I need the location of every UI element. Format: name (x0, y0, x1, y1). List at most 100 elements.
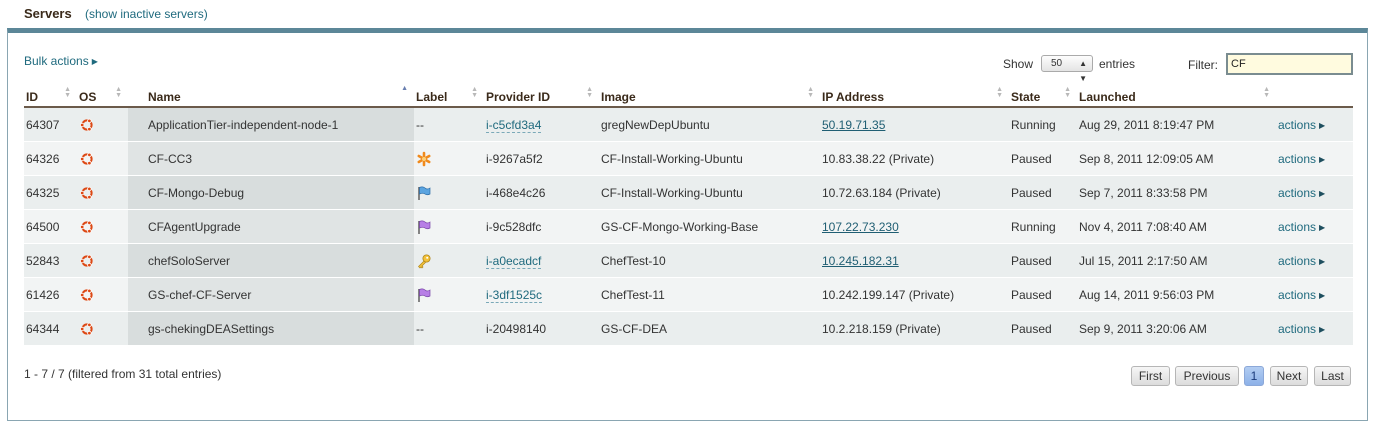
server-name: gs-chekingDEASettings (148, 321, 275, 336)
ip-address-link[interactable]: 50.19.71.35 (822, 118, 885, 132)
image-cell: gregNewDepUbuntu (599, 107, 820, 142)
row-actions-button[interactable]: actions ▶ (1278, 186, 1325, 200)
ip-address-link[interactable]: 107.22.73.230 (822, 220, 899, 234)
blue-flag-icon[interactable] (416, 185, 432, 201)
id-cell: 64325 (24, 175, 77, 210)
id-cell: 52843 (24, 243, 77, 278)
ip-address-cell: 10.2.218.159 (Private) (820, 311, 1009, 346)
sort-both-icon: ▲ ▼ (471, 86, 478, 99)
server-name: GS-chef-CF-Server (148, 287, 252, 302)
column-header-id[interactable]: ID ▲ ▼ (24, 84, 77, 108)
column-header-image[interactable]: Image ▲ ▼ (599, 84, 820, 108)
row-actions-label: actions (1278, 321, 1317, 336)
image-cell: GS-CF-Mongo-Working-Base (599, 209, 820, 244)
bulk-actions-button[interactable]: Bulk actions ▶ (24, 54, 98, 68)
label-value: -- (416, 117, 424, 132)
label-cell (414, 243, 484, 278)
state-cell: Paused (1009, 243, 1077, 278)
orange-star-icon[interactable] (416, 151, 432, 167)
row-actions-button[interactable]: actions ▶ (1278, 322, 1325, 336)
column-header-label: ID (26, 90, 38, 104)
row-actions-button[interactable]: actions ▶ (1278, 254, 1325, 268)
column-header-provider-id[interactable]: Provider ID ▲ ▼ (484, 84, 599, 108)
show-inactive-servers-link[interactable]: (show inactive servers) (85, 7, 208, 21)
column-header-ip-address[interactable]: IP Address ▲ ▼ (820, 84, 1009, 108)
launched-time: Aug 29, 2011 8:19:47 PM (1079, 117, 1215, 132)
filter-input[interactable] (1226, 53, 1353, 75)
row-actions-button[interactable]: actions ▶ (1278, 220, 1325, 234)
label-cell (414, 175, 484, 210)
ubuntu-icon (79, 253, 95, 269)
provider-id-link[interactable]: i-c5cfd3a4 (486, 117, 542, 133)
column-header-state[interactable]: State ▲ ▼ (1009, 84, 1077, 108)
os-cell (77, 141, 128, 176)
image-name: GS-CF-DEA (601, 321, 667, 336)
row-actions-label: actions (1278, 219, 1317, 234)
ubuntu-icon (79, 151, 95, 167)
sort-ascending-icon: ▲ (401, 85, 408, 92)
purple-flag-icon[interactable] (416, 287, 432, 303)
table-row[interactable]: 64344 gs-chekingDEASettings -- i-20498140 GS… (24, 311, 1353, 346)
row-actions-label: actions (1278, 253, 1317, 268)
name-cell: CF-CC3 (128, 141, 414, 176)
table-row[interactable]: 52843 chefSoloServer i-a0ecadcf ChefTest-10… (24, 243, 1353, 278)
os-cell (77, 175, 128, 210)
os-cell (77, 311, 128, 346)
provider-id-cell: i-3df1525c (484, 277, 599, 312)
launched-cell: Sep 9, 2011 3:20:06 AM (1077, 311, 1276, 346)
id-cell: 64500 (24, 209, 77, 244)
ubuntu-icon (79, 321, 95, 337)
key-icon[interactable] (416, 253, 432, 269)
ip-address-link[interactable]: 10.245.182.31 (822, 254, 899, 268)
column-header-launched[interactable]: Launched ▲ ▼ (1077, 84, 1276, 108)
servers-table: ID ▲ ▼ OS ▲ ▼ Name ▲ Label ▲ ▼ Provider ID ▲ ▼ Im… (24, 84, 1353, 346)
table-row[interactable]: 61426 GS-chef-CF-Server i-3df1525c ChefTest… (24, 277, 1353, 312)
launched-time: Sep 8, 2011 12:09:05 AM (1079, 151, 1214, 166)
table-row[interactable]: 64500 CFAgentUpgrade i-9c528dfc GS-CF-Mongo… (24, 209, 1353, 244)
provider-id-value: i-9267a5f2 (486, 151, 543, 166)
triangle-right-icon: ▶ (1319, 154, 1326, 164)
os-cell (77, 243, 128, 278)
purple-flag-icon[interactable] (416, 219, 432, 235)
table-row[interactable]: 64325 CF-Mongo-Debug i-468e4c26 CF-Install-… (24, 175, 1353, 210)
name-cell: chefSoloServer (128, 243, 414, 278)
pager-page-1-button[interactable]: 1 (1244, 366, 1264, 386)
column-header-os[interactable]: OS ▲ ▼ (77, 84, 128, 108)
os-cell (77, 277, 128, 312)
table-row[interactable]: 64307 ApplicationTier-independent-node-1 -… (24, 107, 1353, 142)
row-actions-button[interactable]: actions ▶ (1278, 118, 1325, 132)
column-header-label-col[interactable]: Label ▲ ▼ (414, 84, 484, 108)
row-actions-button[interactable]: actions ▶ (1278, 152, 1325, 166)
triangle-right-icon: ▶ (1319, 324, 1326, 334)
pager-next-button[interactable]: Next (1270, 366, 1308, 386)
server-id: 61426 (26, 287, 60, 302)
table-row[interactable]: 64326 CF-CC3 i-9267a5f2 CF-Install-Working-… (24, 141, 1353, 176)
row-actions-label: actions (1278, 287, 1317, 302)
pager-first-button[interactable]: First (1131, 366, 1170, 386)
ip-address-cell: 10.245.182.31 (820, 243, 1009, 278)
provider-id-link[interactable]: i-a0ecadcf (486, 253, 542, 269)
launched-cell: Jul 15, 2011 2:17:50 AM (1077, 243, 1276, 278)
name-cell: CFAgentUpgrade (128, 209, 414, 244)
actions-cell: actions ▶ (1276, 243, 1353, 278)
actions-cell: actions ▶ (1276, 107, 1353, 142)
pager-last-button[interactable]: Last (1314, 366, 1351, 386)
state-cell: Paused (1009, 277, 1077, 312)
ubuntu-icon (79, 219, 95, 235)
ip-address-value: 10.83.38.22 (Private) (822, 151, 935, 166)
provider-id-cell: i-468e4c26 (484, 175, 599, 210)
filter-label: Filter: (1188, 58, 1218, 72)
updown-arrows-icon: ▲ ▼ (1079, 59, 1087, 83)
column-header-name[interactable]: Name ▲ (128, 84, 414, 108)
id-cell: 64307 (24, 107, 77, 142)
state-cell: Paused (1009, 175, 1077, 210)
sort-both-icon: ▲ ▼ (996, 86, 1003, 99)
image-name: CF-Install-Working-Ubuntu (601, 185, 743, 200)
row-actions-button[interactable]: actions ▶ (1278, 288, 1325, 302)
pager-previous-button[interactable]: Previous (1175, 366, 1239, 386)
provider-id-link[interactable]: i-3df1525c (486, 287, 543, 303)
entries-label: entries (1099, 57, 1136, 71)
launched-cell: Sep 7, 2011 8:33:58 PM (1077, 175, 1276, 210)
entries-per-page-select[interactable]: 50 ▲ ▼ (1041, 55, 1093, 83)
image-name: ChefTest-10 (601, 253, 666, 268)
